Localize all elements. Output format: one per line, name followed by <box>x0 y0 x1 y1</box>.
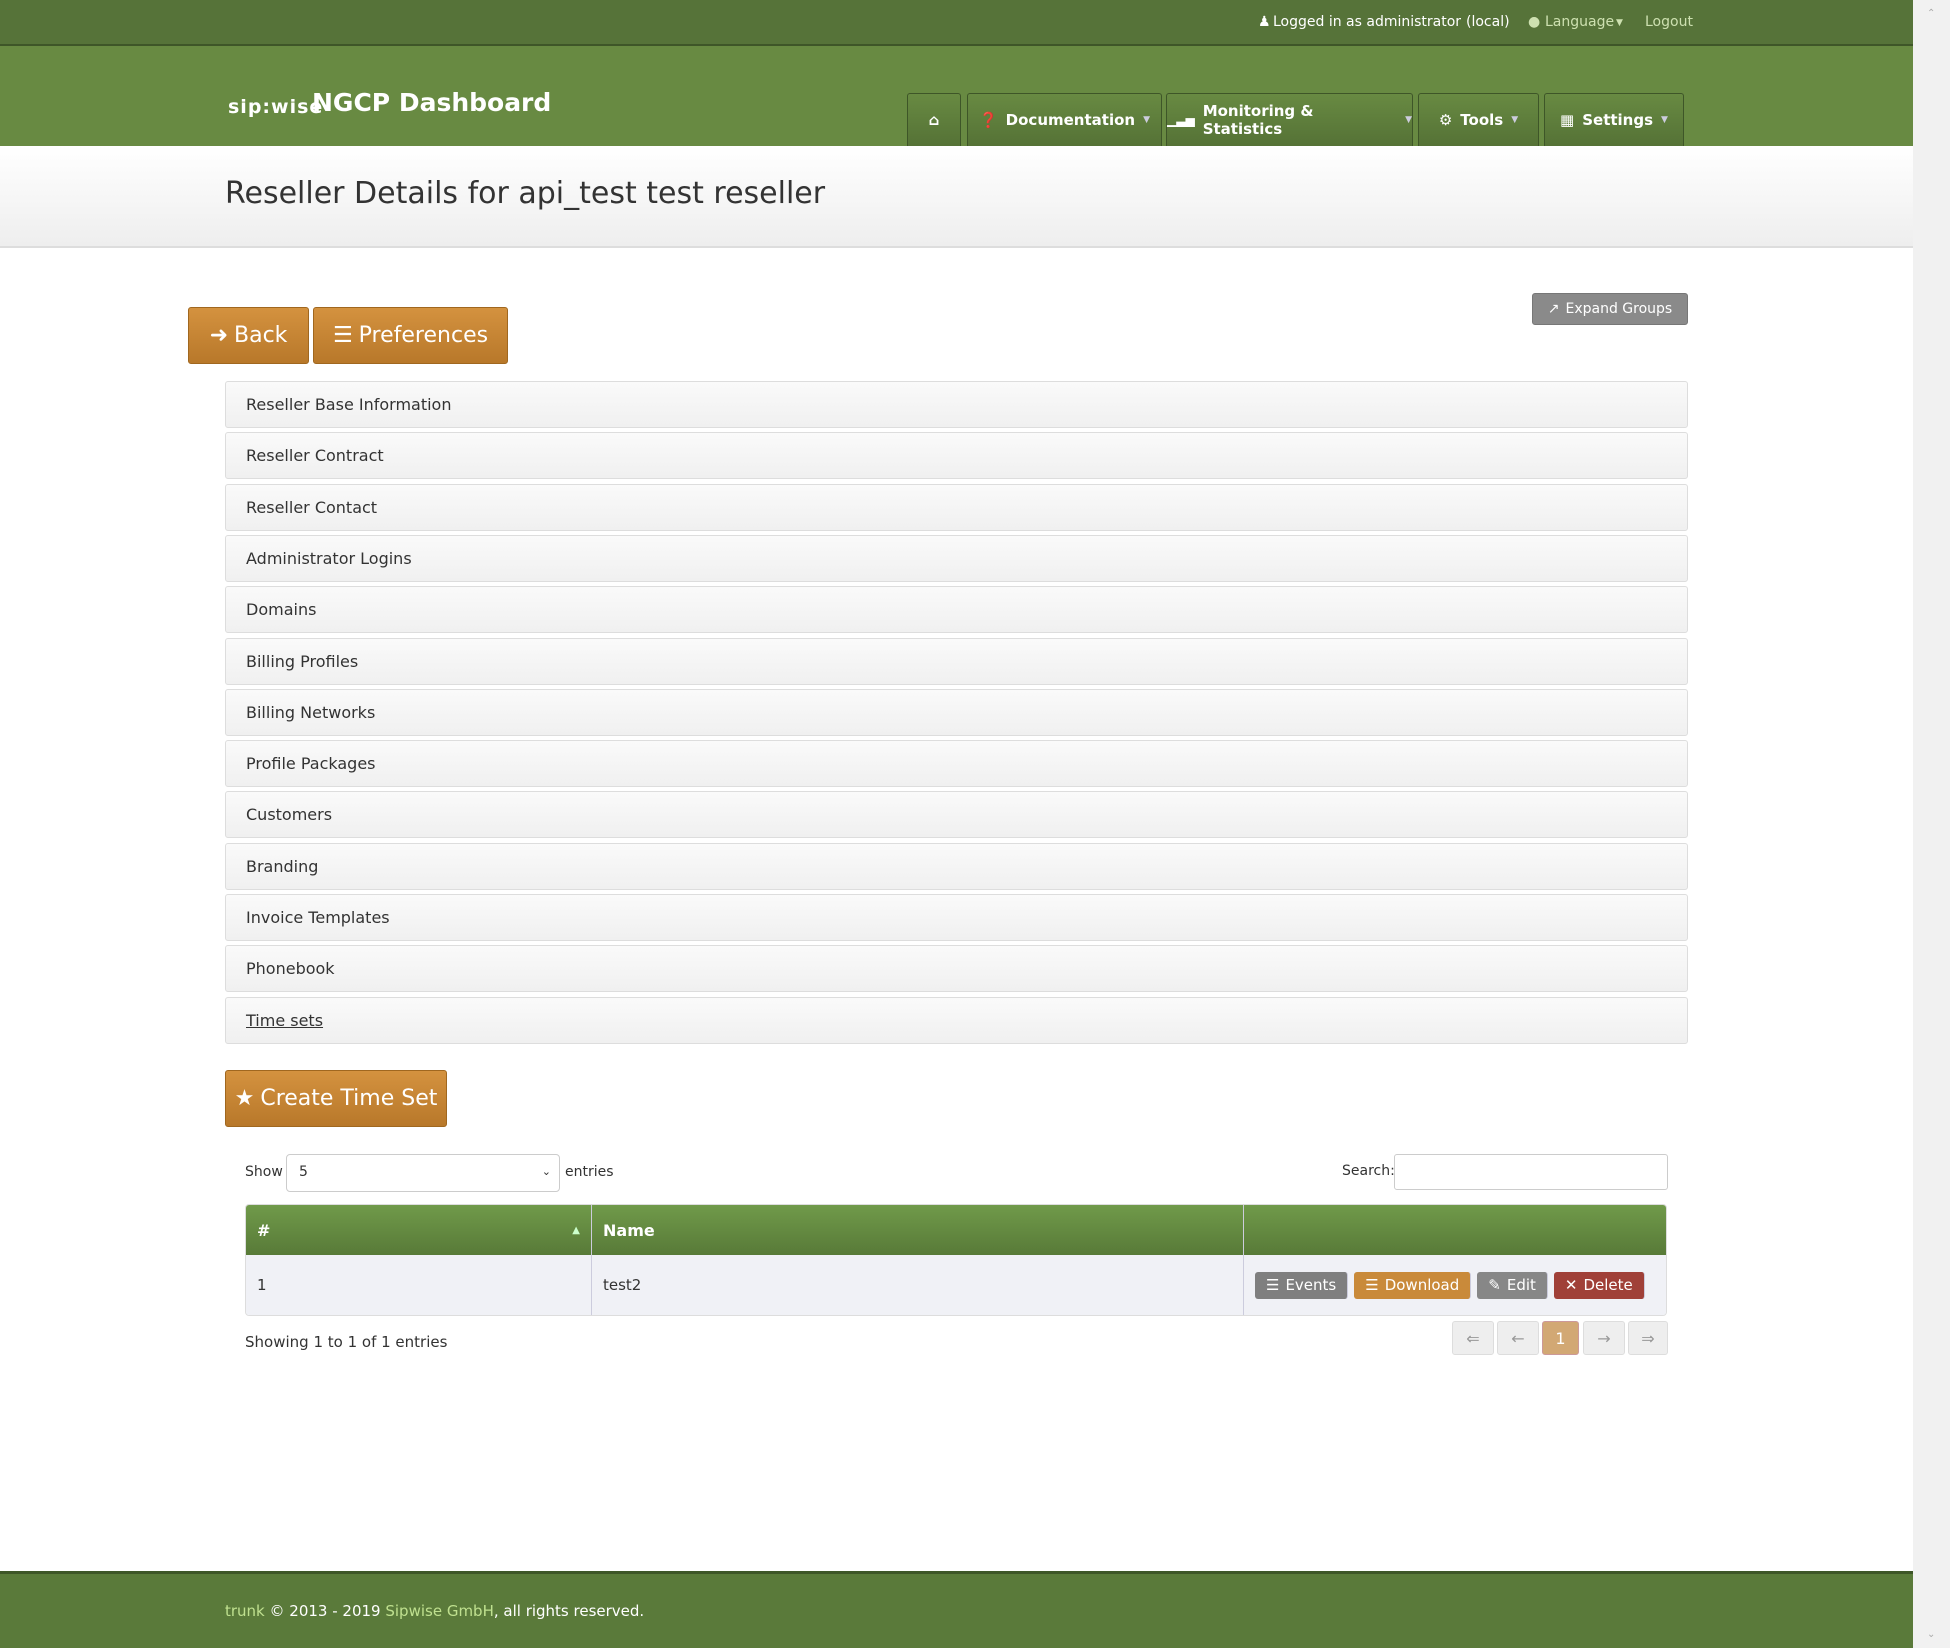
nav-settings[interactable]: ▦ Settings ▼ <box>1544 93 1684 146</box>
edit-button[interactable]: ✎ Edit <box>1477 1271 1548 1299</box>
scroll-down-icon[interactable]: ⌄ <box>1927 1629 1935 1640</box>
cell-name: test2 <box>592 1255 1244 1315</box>
sipwise-logo: sip:wise <box>228 96 324 118</box>
expand-groups-button[interactable]: ↗ Expand Groups <box>1532 293 1688 325</box>
column-header-id[interactable]: # ▲ <box>246 1205 592 1255</box>
page-title: Reseller Details for api_test test resel… <box>225 176 826 211</box>
app-title[interactable]: NGCP Dashboard <box>312 88 551 117</box>
create-time-set-button[interactable]: ★ Create Time Set <box>225 1070 447 1127</box>
group-header-domains[interactable]: Domains <box>225 586 1688 634</box>
caret-down-icon: ▼ <box>1616 18 1623 28</box>
pagination-first[interactable]: ⇐ <box>1452 1321 1494 1355</box>
chevron-down-icon: ⌄ <box>541 1165 551 1178</box>
question-icon: ❓ <box>978 111 998 129</box>
caret-down-icon: ▼ <box>1405 115 1412 125</box>
list-icon: ☰ <box>1365 1276 1379 1294</box>
signal-icon: ▁▃▅ <box>1167 113 1195 127</box>
nav-monitoring[interactable]: ▁▃▅ Monitoring & Statistics ▼ <box>1166 93 1413 146</box>
star-icon: ★ <box>234 1086 255 1111</box>
time-sets-table: # ▲ Name 1 test2 ☰ Events ☰ Download ✎ Edit … <box>245 1204 1667 1316</box>
column-header-name[interactable]: Name <box>592 1205 1244 1255</box>
back-button[interactable]: ➜ Back <box>188 307 309 364</box>
user-icon: ♟ <box>1258 14 1271 30</box>
group-header-invoice-templates[interactable]: Invoice Templates <box>225 894 1688 941</box>
close-icon: ✕ <box>1564 1276 1578 1294</box>
footer: trunk © 2013 - 2019 Sipwise GmbH, all ri… <box>0 1571 1913 1648</box>
top-bar: ♟ Logged in as administrator (local) ● L… <box>0 0 1913 46</box>
download-button[interactable]: ☰ Download <box>1354 1271 1472 1299</box>
table-info: Showing 1 to 1 of 1 entries <box>245 1333 448 1351</box>
table-row: 1 test2 ☰ Events ☰ Download ✎ Edit ✕ Delete <box>246 1255 1666 1315</box>
realm-text: (local) <box>1466 14 1510 30</box>
group-header-time-sets[interactable]: Time sets <box>225 996 1688 1044</box>
group-header-reseller-contact[interactable]: Reseller Contact <box>225 483 1688 531</box>
logout-link[interactable]: Logout <box>1645 14 1693 30</box>
nav-documentation[interactable]: ❓ Documentation ▼ <box>967 93 1162 146</box>
title-band: Reseller Details for api_test test resel… <box>0 146 1913 248</box>
expand-icon: ↗ <box>1547 301 1560 317</box>
group-header-reseller-contract[interactable]: Reseller Contract <box>225 432 1688 480</box>
globe-icon: ● <box>1528 14 1541 30</box>
entries-label: entries <box>565 1164 614 1180</box>
cell-actions: ☰ Events ☰ Download ✎ Edit ✕ Delete <box>1244 1255 1666 1315</box>
grid-icon: ▦ <box>1560 111 1575 129</box>
home-icon: ⌂ <box>928 111 940 129</box>
delete-button[interactable]: ✕ Delete <box>1553 1271 1645 1299</box>
company-link[interactable]: Sipwise GmbH <box>385 1602 494 1620</box>
show-label: Show <box>245 1164 283 1180</box>
caret-down-icon: ▼ <box>1661 115 1668 125</box>
gear-icon: ⚙ <box>1438 111 1453 129</box>
group-header-administrator-logins[interactable]: Administrator Logins <box>225 534 1688 582</box>
pagination-previous[interactable]: ← <box>1497 1321 1539 1355</box>
group-header-profile-packages[interactable]: Profile Packages <box>225 740 1688 788</box>
column-header-actions <box>1244 1205 1666 1255</box>
list-icon: ☰ <box>332 323 353 348</box>
pagination-page-1[interactable]: 1 <box>1542 1321 1579 1355</box>
edit-icon: ✎ <box>1488 1276 1501 1294</box>
page-size-select[interactable]: 5 ⌄ <box>286 1154 560 1192</box>
group-header-customers[interactable]: Customers <box>225 791 1688 839</box>
language-menu[interactable]: Language <box>1545 14 1614 30</box>
search-input[interactable] <box>1394 1154 1668 1190</box>
group-header-phonebook[interactable]: Phonebook <box>225 945 1688 993</box>
search-label: Search: <box>1342 1163 1395 1179</box>
events-button[interactable]: ☰ Events <box>1255 1271 1349 1299</box>
list-icon: ☰ <box>1266 1276 1280 1294</box>
logged-in-text: Logged in as administrator <box>1273 14 1462 30</box>
table-header: # ▲ Name <box>246 1205 1666 1255</box>
group-header-branding[interactable]: Branding <box>225 842 1688 890</box>
header: sip:wise NGCP Dashboard ⌂ ❓ Documentation… <box>0 46 1913 146</box>
cell-id: 1 <box>246 1255 592 1315</box>
scroll-up-icon[interactable]: ⌃ <box>1927 8 1935 19</box>
pagination-next[interactable]: → <box>1583 1321 1625 1355</box>
caret-down-icon: ▼ <box>1143 115 1150 125</box>
scrollbar[interactable]: ⌃ ⌄ <box>1913 0 1950 1648</box>
arrow-left-icon: ➜ <box>209 323 228 348</box>
pagination-last[interactable]: ⇒ <box>1628 1321 1668 1355</box>
version-link[interactable]: trunk <box>225 1602 265 1620</box>
nav-tools[interactable]: ⚙ Tools ▼ <box>1418 93 1539 146</box>
group-header-reseller-base-information[interactable]: Reseller Base Information <box>225 381 1688 428</box>
preferences-button[interactable]: ☰ Preferences <box>313 307 508 364</box>
nav-home[interactable]: ⌂ <box>907 93 961 146</box>
sort-asc-icon: ▲ <box>572 1224 580 1236</box>
caret-down-icon: ▼ <box>1511 115 1519 125</box>
group-header-billing-networks[interactable]: Billing Networks <box>225 688 1688 736</box>
group-header-billing-profiles[interactable]: Billing Profiles <box>225 637 1688 685</box>
